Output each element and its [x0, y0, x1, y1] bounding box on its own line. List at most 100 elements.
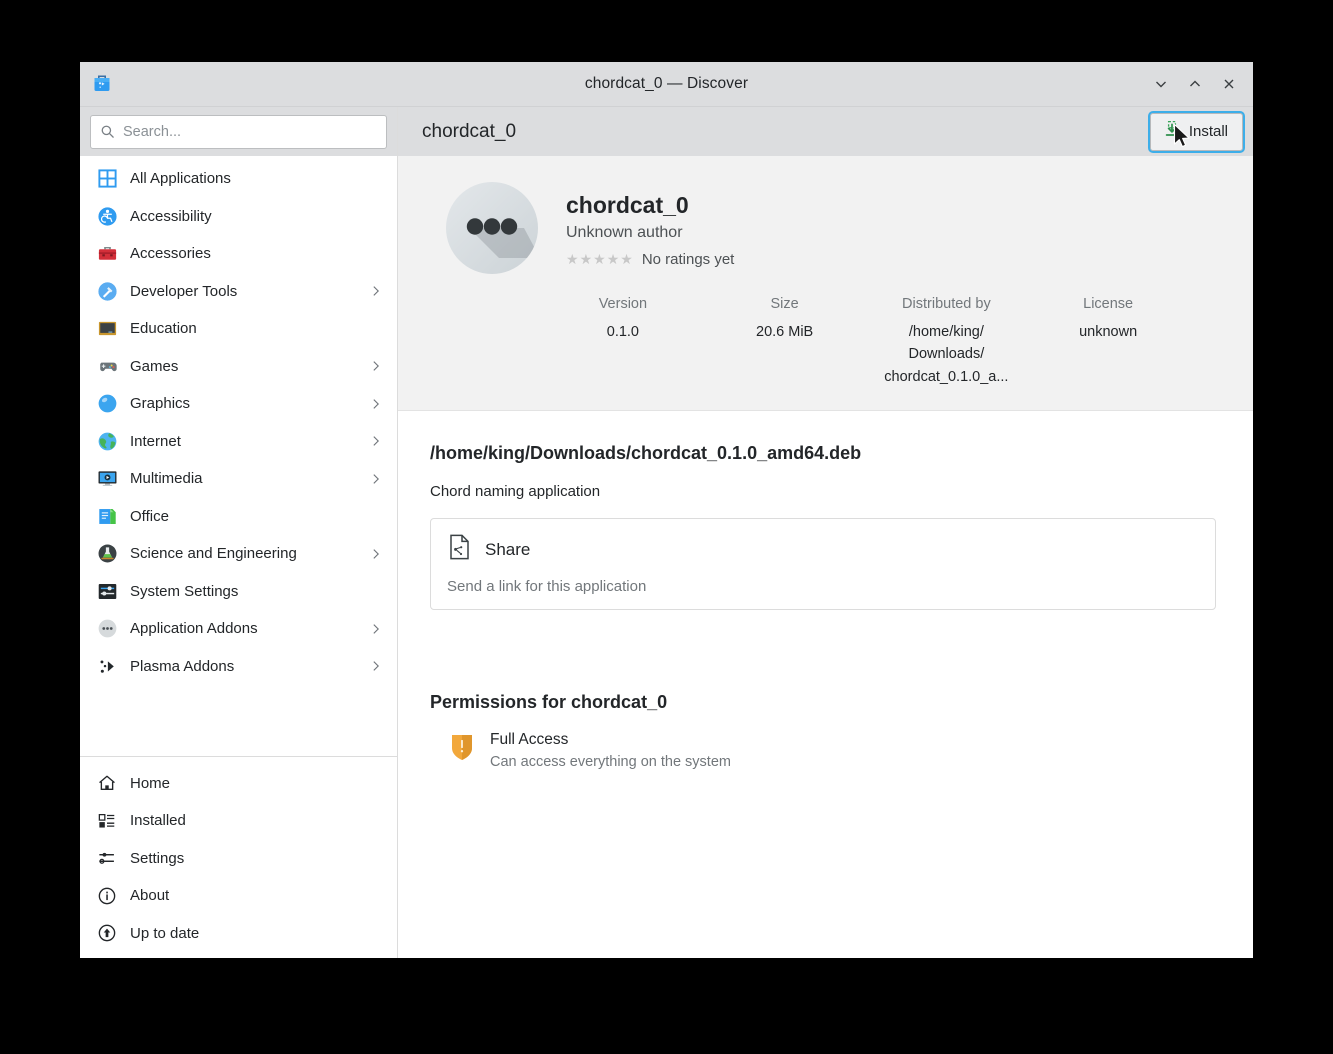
monitor-play-icon [96, 468, 118, 490]
window-body: Search... All Applications Accessibility… [80, 107, 1253, 958]
sidebar-item-label: Accessories [130, 245, 211, 263]
install-button-label: Install [1188, 123, 1228, 140]
sidebar-item-games[interactable]: Games [80, 348, 397, 386]
titlebar: chordcat_0 — Discover [80, 62, 1253, 107]
chevron-right-icon [369, 472, 383, 486]
three-dots-app-icon [444, 180, 540, 276]
chevron-right-icon [369, 547, 383, 561]
permission-item: Full Access Can access everything on the… [430, 731, 1229, 770]
search-icon [100, 124, 115, 139]
sidebar-item-system-settings[interactable]: System Settings [80, 573, 397, 611]
sidebar-item-internet[interactable]: Internet [80, 423, 397, 461]
plasma-icon [96, 655, 118, 677]
sidebar: Search... All Applications Accessibility… [80, 107, 398, 958]
metadata-label: Size [770, 296, 799, 312]
download-icon [1161, 118, 1183, 145]
blackboard-icon [96, 318, 118, 340]
chevron-right-icon [369, 397, 383, 411]
up-to-date-icon [96, 922, 118, 944]
share-document-icon [447, 533, 473, 566]
sidebar-item-label: Developer Tools [130, 282, 238, 300]
settings-sliders-icon [96, 847, 118, 869]
sidebar-item-all-applications[interactable]: All Applications [80, 160, 397, 198]
sidebar-item-up-to-date[interactable]: Up to date [80, 915, 397, 953]
sidebar-item-graphics[interactable]: Graphics [80, 385, 397, 423]
sidebar-bottom-nav: Home Installed Settings About Up to date [80, 755, 397, 959]
category-list: All Applications Accessibility Accessori… [80, 156, 397, 756]
app-author: Unknown author [566, 224, 683, 242]
chevron-right-icon [369, 434, 383, 448]
flask-icon [96, 543, 118, 565]
sidebar-item-about[interactable]: About [80, 877, 397, 915]
permission-text: Full Access Can access everything on the… [490, 731, 731, 770]
minimize-icon[interactable] [1147, 70, 1175, 98]
info-circle-icon [96, 885, 118, 907]
sidebar-item-installed[interactable]: Installed [80, 802, 397, 840]
metadata-cell-distributed-by: Distributed by /home/king/ Downloads/ ch… [866, 296, 1028, 388]
sidebar-item-label: Plasma Addons [130, 657, 235, 675]
sidebar-item-label: Settings [130, 849, 185, 867]
sidebar-item-accessories[interactable]: Accessories [80, 235, 397, 273]
toolbox-icon [96, 243, 118, 265]
sidebar-item-label: Internet [130, 432, 181, 450]
metadata-row: Version 0.1.0 Size 20.6 MiB Distributed … [422, 296, 1229, 388]
metadata-value: unknown [1079, 324, 1138, 340]
metadata-value: 0.1.0 [606, 324, 639, 340]
gamepad-icon [96, 355, 118, 377]
search-bar-container: Search... [80, 107, 397, 156]
sidebar-item-office[interactable]: Office [80, 498, 397, 536]
search-placeholder: Search... [123, 123, 182, 140]
package-path: /home/king/Downloads/chordcat_0.1.0_amd6… [430, 443, 862, 464]
share-title: Share [485, 539, 531, 559]
share-header: Share [447, 533, 1199, 566]
sliders-icon [96, 580, 118, 602]
chevron-right-icon [369, 659, 383, 673]
sidebar-item-label: Office [130, 507, 169, 525]
sidebar-item-plasma-addons[interactable]: Plasma Addons [80, 648, 397, 686]
hammer-icon [96, 280, 118, 302]
discover-shopping-bag-icon [89, 70, 115, 96]
metadata-value: 20.6 MiB [756, 324, 814, 340]
sidebar-item-label: Installed [130, 812, 186, 830]
share-card[interactable]: Share Send a link for this application [430, 518, 1216, 611]
sidebar-item-multimedia[interactable]: Multimedia [80, 460, 397, 498]
metadata-cell-version: Version 0.1.0 [542, 296, 704, 388]
rating-text: No ratings yet [641, 251, 735, 269]
search-input[interactable]: Search... [90, 114, 387, 149]
sidebar-item-label: Multimedia [130, 470, 203, 488]
sidebar-item-accessibility[interactable]: Accessibility [80, 198, 397, 236]
page-title: chordcat_0 [422, 120, 517, 142]
sidebar-item-application-addons[interactable]: Application Addons [80, 610, 397, 648]
sidebar-item-science-and-engineering[interactable]: Science and Engineering [80, 535, 397, 573]
metadata-cell-license: License unknown [1027, 296, 1189, 388]
app-hero-text: chordcat_0 Unknown author ★ ★ ★ ★ ★ No ratin… [566, 180, 734, 268]
rating-row: ★ ★ ★ ★ ★ No ratings yet [566, 251, 734, 268]
sidebar-item-label: Up to date [130, 924, 200, 942]
metadata-label: Version [598, 296, 648, 312]
discover-window: chordcat_0 — Discover Search... All Appl… [80, 62, 1253, 958]
metadata-cell-size: Size 20.6 MiB [704, 296, 866, 388]
sidebar-item-label: Accessibility [130, 207, 212, 225]
share-subtitle: Send a link for this application [447, 578, 647, 596]
sidebar-item-settings[interactable]: Settings [80, 840, 397, 878]
maximize-icon[interactable] [1181, 70, 1209, 98]
installed-list-icon [96, 810, 118, 832]
sidebar-item-label: Science and Engineering [130, 545, 297, 563]
sidebar-item-developer-tools[interactable]: Developer Tools [80, 273, 397, 311]
sidebar-item-label: About [130, 887, 170, 905]
package-description: Chord naming application [430, 483, 601, 501]
sidebar-item-label: All Applications [130, 170, 231, 188]
app-hero-top: chordcat_0 Unknown author ★ ★ ★ ★ ★ No ratin… [422, 180, 1229, 276]
sidebar-item-education[interactable]: Education [80, 310, 397, 348]
install-button[interactable]: Install [1147, 110, 1246, 153]
metadata-label: License [1083, 296, 1134, 312]
grid-icon [96, 168, 118, 190]
chevron-right-icon [369, 359, 383, 373]
close-icon[interactable] [1215, 70, 1243, 98]
globe-icon [96, 430, 118, 452]
sidebar-item-home[interactable]: Home [80, 765, 397, 803]
accessibility-icon [96, 205, 118, 227]
app-hero-panel: chordcat_0 Unknown author ★ ★ ★ ★ ★ No ratin… [398, 156, 1253, 412]
chevron-right-icon [369, 622, 383, 636]
document-icon [96, 505, 118, 527]
